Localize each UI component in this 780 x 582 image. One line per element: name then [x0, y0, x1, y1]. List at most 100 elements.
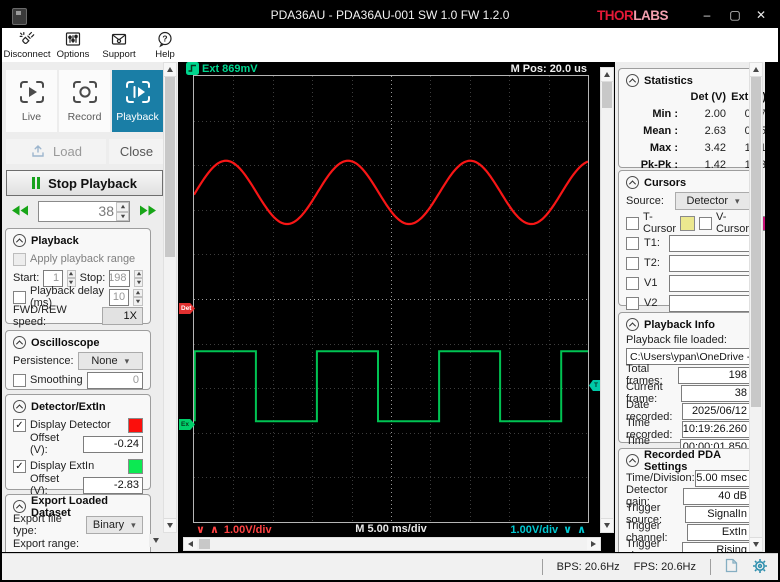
info-value-field[interactable]: 2025/06/12 [682, 403, 751, 420]
collapse-oscilloscope-icon[interactable] [13, 336, 26, 349]
display-detector-checkbox[interactable] [13, 419, 26, 432]
detector-extin-group: Detector/ExtIn Display Detector Offset (… [5, 394, 151, 490]
scroll-down-arrow[interactable] [601, 518, 613, 532]
left-panel-scrollbar[interactable] [163, 62, 177, 533]
next-frame-button[interactable] [134, 201, 162, 222]
collapse-playback-icon[interactable] [13, 234, 26, 247]
playback-start-input[interactable]: 1 [43, 270, 63, 287]
cursor-value-field[interactable] [669, 275, 751, 292]
collapse-statistics-icon[interactable] [626, 74, 639, 87]
extin-scale-up-arrow[interactable] [577, 523, 586, 536]
cursor-v1-checkbox[interactable] [626, 277, 639, 290]
scroll-down-arrow[interactable] [164, 518, 176, 532]
detector-scale-up-arrow[interactable] [210, 523, 219, 536]
vscroll-thumb[interactable] [602, 82, 612, 108]
scope-graticule[interactable] [193, 75, 589, 523]
scope-vertical-scrollbar[interactable] [600, 67, 614, 533]
cursor-value-field[interactable] [669, 295, 751, 312]
setting-value-field[interactable]: SignalIn [685, 506, 751, 523]
playback-stop-spinner[interactable] [134, 270, 143, 287]
maximize-button[interactable]: ▢ [722, 5, 748, 25]
info-value-field[interactable]: 38 [681, 385, 751, 402]
info-value-field[interactable]: 10:19:26.260 [682, 421, 751, 438]
collapse-cursors-icon[interactable] [626, 176, 639, 189]
playback-delay-input[interactable]: 10 [109, 289, 129, 306]
t-cursor-color-swatch[interactable] [680, 216, 695, 231]
panel-scroll-down-button[interactable] [149, 534, 162, 547]
cursor-source-dropdown[interactable]: Detector [675, 192, 751, 210]
minimize-button[interactable]: – [694, 5, 720, 25]
disconnect-button[interactable]: Disconnect [4, 29, 50, 61]
previous-frame-button[interactable] [6, 201, 34, 222]
stop-playback-button[interactable]: Stop Playback [6, 170, 163, 196]
playback-start-spinner[interactable] [67, 270, 76, 287]
info-value-field[interactable]: 198 [678, 367, 751, 384]
scope-bottom-bar: M 5.00 ms/div 1.00V/div 1.00V/div [193, 523, 589, 538]
scroll-up-arrow[interactable] [601, 68, 613, 82]
detector-scale-readout: 1.00V/div [224, 524, 272, 536]
file-loaded-label: Playback file loaded: [626, 334, 751, 346]
extin-scale-down-arrow[interactable] [563, 523, 572, 536]
frame-spinner[interactable] [116, 202, 129, 221]
scope-horizontal-scrollbar[interactable] [183, 537, 601, 551]
playback-stop-input[interactable]: 198 [109, 270, 130, 287]
cursor-row: T1: [626, 235, 751, 251]
frame-number-input[interactable]: 38 [38, 201, 130, 222]
playback-mode-button[interactable]: Playback [112, 70, 163, 132]
live-mode-button[interactable]: Live [6, 70, 57, 132]
cursor-t2-checkbox[interactable] [626, 257, 639, 270]
extin-color-swatch[interactable] [128, 459, 143, 474]
persistence-dropdown[interactable]: None [78, 352, 143, 370]
load-button[interactable]: Load [6, 139, 106, 164]
scroll-right-arrow[interactable] [587, 538, 600, 550]
extin-offset-input[interactable]: -2.83 [83, 477, 143, 494]
help-button[interactable]: ? Help [142, 29, 188, 61]
main-toolbar: Disconnect Options Support [2, 28, 778, 62]
detector-color-swatch[interactable] [128, 418, 143, 433]
cursor-value-field[interactable] [669, 255, 751, 272]
log-file-icon[interactable] [725, 558, 738, 576]
setting-value-field[interactable]: ExtIn [687, 524, 751, 541]
title-bar: PDA36AU - PDA36AU-001 SW 1.0 FW 1.2.0 TH… [2, 2, 778, 28]
settings-gear-icon[interactable] [752, 558, 768, 577]
close-dataset-button[interactable]: Close [109, 139, 164, 164]
right-panel-scrollbar[interactable] [749, 62, 763, 552]
collapse-export-icon[interactable] [13, 500, 26, 513]
scrollbar-thumb[interactable] [165, 77, 175, 257]
close-window-button[interactable]: ✕ [748, 5, 774, 25]
scroll-down-arrow[interactable] [750, 537, 762, 551]
scroll-up-arrow[interactable] [164, 63, 176, 77]
detector-scale-down-arrow[interactable] [196, 523, 205, 536]
smoothing-checkbox[interactable] [13, 374, 26, 387]
scrollbar-thumb[interactable] [751, 77, 761, 407]
cursor-t1-checkbox[interactable] [626, 237, 639, 250]
playback-group: Playback Apply playback range Start: 1 S… [5, 228, 151, 324]
status-separator [542, 559, 543, 575]
playback-delay-spinner[interactable] [133, 289, 143, 306]
hscroll-thumb[interactable] [199, 539, 210, 549]
collapse-detector-icon[interactable] [13, 400, 26, 413]
cursor-v2-checkbox[interactable] [626, 297, 639, 310]
collapse-settings-icon[interactable] [626, 454, 639, 467]
detector-offset-input[interactable]: -0.24 [83, 436, 143, 453]
setting-value-field[interactable]: 40 dB [683, 488, 751, 505]
apply-playback-range-checkbox[interactable] [13, 253, 26, 266]
left-control-panel: Live Record [2, 62, 178, 552]
setting-value-field[interactable]: Rising [682, 542, 751, 553]
scroll-up-arrow[interactable] [750, 63, 762, 77]
record-mode-button[interactable]: Record [59, 70, 110, 132]
support-button[interactable]: Support [96, 29, 142, 61]
collapse-playback-info-icon[interactable] [626, 318, 639, 331]
v-cursor-checkbox[interactable] [699, 217, 712, 230]
display-extin-checkbox[interactable] [13, 460, 26, 473]
t-cursor-checkbox[interactable] [626, 217, 639, 230]
fwd-rew-speed-button[interactable]: 1X [102, 307, 143, 325]
scroll-left-arrow[interactable] [184, 538, 197, 550]
setting-value-field[interactable]: 5.00 msec [695, 470, 751, 487]
playback-delay-checkbox[interactable] [13, 291, 26, 304]
frame-navigation: 38 [6, 201, 162, 222]
smoothing-input[interactable]: 0 [87, 372, 143, 389]
options-button[interactable]: Options [50, 29, 96, 61]
export-file-type-dropdown[interactable]: Binary [86, 516, 143, 534]
cursor-value-field[interactable] [669, 235, 751, 252]
